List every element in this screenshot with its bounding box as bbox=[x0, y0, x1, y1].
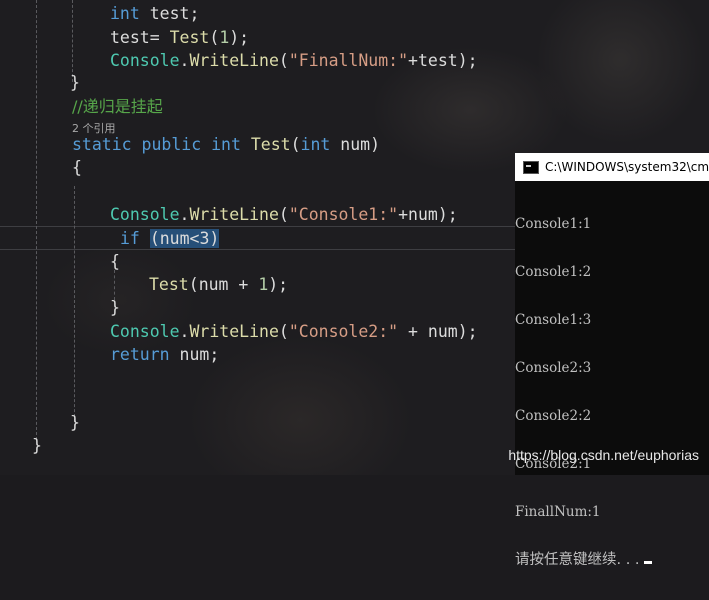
console-line: Console1:2 bbox=[515, 264, 592, 280]
cursor-caret bbox=[643, 561, 652, 564]
console-title-bar[interactable]: C:\WINDOWS\system32\cmd.exe bbox=[515, 153, 709, 181]
code-line: { bbox=[72, 158, 82, 177]
watermark: https://blog.csdn.net/euphorias bbox=[508, 447, 699, 463]
code-line: } bbox=[32, 436, 42, 455]
code-line: if (num<3) bbox=[120, 229, 220, 248]
console-output: Console1:1 Console1:2 Console1:3 Console… bbox=[515, 181, 709, 600]
code-line: } bbox=[110, 298, 120, 317]
indent-guide bbox=[74, 186, 75, 422]
method-signature: static public int Test(int num) bbox=[72, 135, 381, 154]
console-line: Console2:2 bbox=[515, 408, 592, 424]
code-line: { bbox=[110, 252, 120, 271]
code-line: int test; bbox=[110, 4, 200, 23]
indent-guide bbox=[36, 0, 37, 440]
console-prompt: 请按任意键继续. . . bbox=[515, 552, 709, 568]
console-title: C:\WINDOWS\system32\cmd.exe bbox=[545, 160, 709, 174]
code-line: } bbox=[70, 413, 80, 432]
comment-line: //递归是挂起 bbox=[72, 97, 163, 116]
console-window[interactable]: C:\WINDOWS\system32\cmd.exe Console1:1 C… bbox=[515, 153, 709, 568]
code-line: test= Test(1); bbox=[110, 28, 250, 47]
code-line: Console.WriteLine("Console1:"+num); bbox=[110, 205, 458, 224]
console-line: FinallNum:1 bbox=[515, 504, 601, 520]
code-line: } bbox=[70, 73, 80, 92]
console-line: Console1:3 bbox=[515, 312, 592, 328]
indent-guide bbox=[72, 0, 73, 82]
terminal-icon bbox=[523, 160, 539, 174]
code-line: Test(num + 1); bbox=[149, 275, 289, 294]
code-line: Console.WriteLine("Console2:" + num); bbox=[110, 322, 478, 341]
current-line-highlight bbox=[0, 226, 515, 250]
indent-guide bbox=[114, 270, 115, 300]
code-line: return num; bbox=[110, 345, 220, 364]
console-line: Console1:1 bbox=[515, 216, 592, 232]
console-line: Console2:3 bbox=[515, 360, 592, 376]
code-line: Console.WriteLine("FinallNum:"+test); bbox=[110, 51, 478, 70]
